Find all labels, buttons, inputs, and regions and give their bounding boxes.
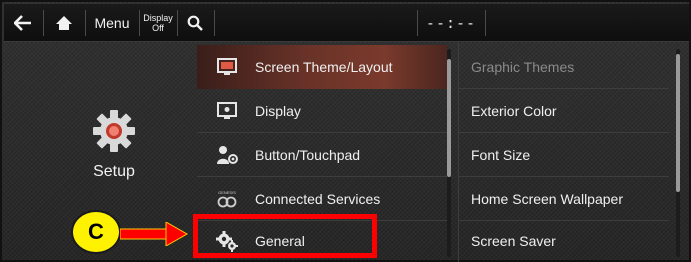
display-off-line2: Off bbox=[152, 23, 164, 33]
screen-theme-icon bbox=[205, 58, 249, 76]
callout-arrow-icon bbox=[120, 222, 188, 246]
setup-label: Setup bbox=[93, 163, 135, 180]
gear-icon bbox=[93, 110, 135, 152]
menu-item-label: Screen Theme/Layout bbox=[255, 59, 393, 75]
home-icon bbox=[56, 16, 72, 30]
connected-icon-caption: GENESIS bbox=[218, 190, 236, 195]
back-arrow-icon bbox=[14, 15, 31, 31]
submenu-item-exterior-color[interactable]: Exterior Color bbox=[459, 89, 669, 133]
screen-theme-submenu: Graphic Themes Exterior Color Font Size … bbox=[458, 43, 689, 262]
callout-highlight-box bbox=[193, 214, 377, 258]
menu-item-display[interactable]: Display bbox=[197, 89, 447, 133]
menu-button[interactable]: Menu bbox=[86, 4, 138, 42]
search-icon bbox=[187, 15, 203, 31]
submenu-item-screen-saver[interactable]: Screen Saver bbox=[459, 219, 669, 262]
display-off-button[interactable]: Display Off bbox=[140, 4, 176, 42]
submenu-item-font-size[interactable]: Font Size bbox=[459, 133, 669, 177]
menu-item-button-touchpad[interactable]: Button/Touchpad bbox=[197, 133, 447, 177]
top-bar: Menu Display Off --:-- bbox=[4, 4, 689, 42]
clock: --:-- bbox=[418, 4, 484, 42]
home-button[interactable] bbox=[44, 4, 84, 42]
menu-item-label: Connected Services bbox=[255, 190, 381, 207]
clock-text: --:-- bbox=[425, 14, 477, 32]
submenu-scrollbar-thumb[interactable] bbox=[676, 54, 680, 192]
callout-label: C bbox=[71, 210, 121, 254]
display-off-line1: Display bbox=[143, 13, 173, 23]
menu-scrollbar-thumb[interactable] bbox=[447, 59, 451, 177]
display-icon bbox=[205, 101, 249, 120]
menu-item-label: Display bbox=[255, 102, 301, 119]
button-touchpad-icon bbox=[205, 145, 249, 165]
menu-label: Menu bbox=[94, 15, 130, 31]
search-button[interactable] bbox=[178, 4, 212, 42]
back-button[interactable] bbox=[4, 4, 42, 42]
connected-services-icon: GENESIS bbox=[205, 189, 249, 209]
menu-item-screen-theme-layout[interactable]: Screen Theme/Layout bbox=[197, 45, 447, 89]
menu-item-label: Button/Touchpad bbox=[255, 146, 361, 163]
display-off-label: Display Off bbox=[143, 13, 173, 33]
submenu-item-home-screen-wallpaper[interactable]: Home Screen Wallpaper bbox=[459, 177, 669, 221]
submenu-item-graphic-themes[interactable]: Graphic Themes bbox=[459, 45, 669, 89]
